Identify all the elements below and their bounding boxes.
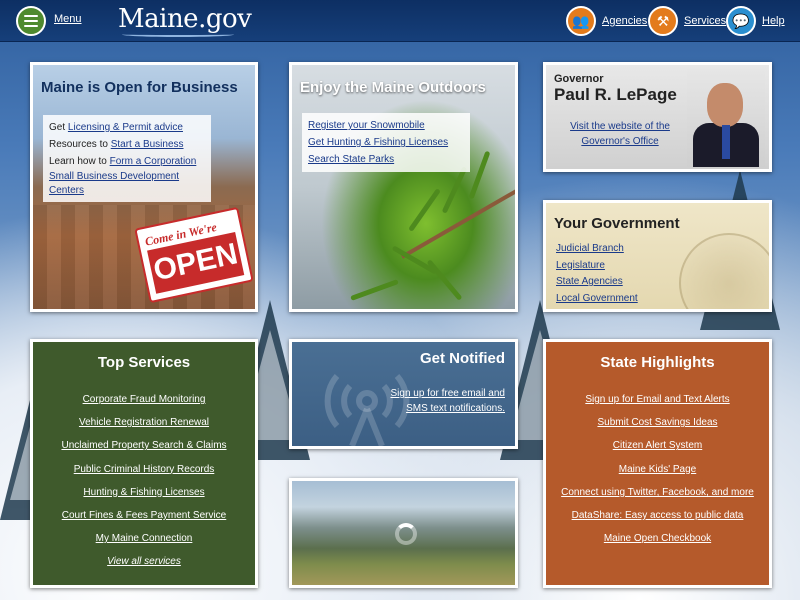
- sbdc-link[interactable]: Small Business Development Centers: [49, 171, 179, 196]
- business-line: Get Licensing & Permit advice: [49, 119, 205, 136]
- agencies-nav[interactable]: 👥 Agencies: [566, 6, 647, 36]
- judicial-branch-link[interactable]: Judicial Branch: [556, 241, 638, 258]
- business-line-prefix: Resources to: [49, 139, 111, 150]
- pine-needle: [350, 279, 399, 301]
- government-title: Your Government: [554, 215, 680, 232]
- services-nav[interactable]: ⚒ Services: [648, 6, 726, 36]
- pine-needle: [408, 188, 441, 232]
- highlights-links: Sign up for Email and Text Alerts Submit…: [546, 388, 769, 550]
- state-parks-link[interactable]: Search State Parks: [308, 151, 464, 168]
- highlight-link[interactable]: Maine Kids' Page: [546, 458, 769, 481]
- local-government-link[interactable]: Local Government: [556, 291, 638, 308]
- pine-needle: [468, 150, 491, 200]
- agencies-link[interactable]: Agencies: [602, 15, 647, 27]
- services-link[interactable]: Services: [684, 15, 726, 27]
- pine-needle: [441, 166, 468, 214]
- governor-name: Paul R. LePage: [554, 85, 677, 104]
- menu-icon[interactable]: [16, 6, 46, 36]
- form-corporation-link[interactable]: Form a Corporation: [110, 156, 197, 167]
- get-notified-card: Get Notified Sign up for free email and …: [289, 339, 518, 449]
- service-link[interactable]: Public Criminal History Records: [33, 458, 255, 481]
- view-all-services-link[interactable]: View all services: [33, 550, 255, 573]
- governor-portrait[interactable]: [687, 69, 765, 167]
- top-services-card: Top Services Corporate Fraud Monitoring …: [30, 339, 258, 588]
- state-seal: [679, 233, 769, 309]
- service-link[interactable]: Corporate Fraud Monitoring: [33, 388, 255, 411]
- notified-text: Sign up for free email and SMS text noti…: [375, 386, 505, 416]
- help-link[interactable]: Help: [762, 15, 785, 27]
- governor-office-link[interactable]: Visit the website of the Governor's Offi…: [570, 121, 670, 147]
- outdoors-card: Enjoy the Maine Outdoors Register your S…: [289, 62, 518, 312]
- hunting-fishing-link[interactable]: Get Hunting & Fishing Licenses: [308, 134, 464, 151]
- portrait-tie: [722, 125, 730, 159]
- highlight-link[interactable]: Submit Cost Savings Ideas: [546, 411, 769, 434]
- service-link[interactable]: Vehicle Registration Renewal: [33, 411, 255, 434]
- help-nav[interactable]: 💬 Help: [726, 6, 785, 36]
- business-title: Maine is Open for Business: [41, 79, 238, 96]
- outdoors-links: Register your Snowmobile Get Hunting & F…: [302, 113, 470, 172]
- highlight-link[interactable]: Connect using Twitter, Facebook, and mor…: [546, 481, 769, 504]
- highlights-title: State Highlights: [600, 354, 715, 371]
- state-agencies-link[interactable]: State Agencies: [556, 274, 638, 291]
- business-links: Get Licensing & Permit advice Resources …: [43, 115, 211, 202]
- chat-bubble-icon: 💬: [726, 6, 756, 36]
- business-card: Maine is Open for Business Get Licensing…: [30, 62, 258, 312]
- landscape-photo-card[interactable]: [289, 478, 518, 588]
- site-header: Menu Maine.gov 👥 Agencies ⚒ Services 💬 H…: [0, 0, 800, 42]
- highlight-link[interactable]: Citizen Alert System: [546, 434, 769, 457]
- business-line-prefix: Get: [49, 122, 68, 133]
- business-line: Learn how to Form a Corporation: [49, 153, 205, 170]
- outdoors-title: Enjoy the Maine Outdoors: [300, 79, 486, 96]
- governor-label: Governor: [554, 73, 604, 85]
- people-icon: 👥: [566, 6, 596, 36]
- governor-card: Governor Paul R. LePage Visit the websit…: [543, 62, 772, 172]
- pine-needle: [426, 259, 463, 301]
- services-title: Top Services: [97, 354, 191, 371]
- notifications-signup-link[interactable]: Sign up for free email and SMS text noti…: [390, 388, 505, 414]
- logo-swoosh: [122, 32, 234, 37]
- highlight-link[interactable]: Sign up for Email and Text Alerts: [546, 388, 769, 411]
- services-links: Corporate Fraud Monitoring Vehicle Regis…: [33, 388, 255, 574]
- loading-spinner-icon: [395, 523, 417, 545]
- governor-link-wrap: Visit the website of the Governor's Offi…: [560, 119, 680, 149]
- government-links: Judicial Branch Legislature State Agenci…: [556, 241, 638, 307]
- government-card: Your Government Judicial Branch Legislat…: [543, 200, 772, 312]
- highlight-link[interactable]: Maine Open Checkbook: [546, 527, 769, 550]
- service-link[interactable]: My Maine Connection: [33, 527, 255, 550]
- highlight-link[interactable]: DataShare: Easy access to public data: [546, 504, 769, 527]
- notified-title: Get Notified: [420, 350, 505, 367]
- start-business-link[interactable]: Start a Business: [111, 139, 184, 150]
- licensing-link[interactable]: Licensing & Permit advice: [68, 122, 183, 133]
- tools-icon: ⚒: [648, 6, 678, 36]
- snowmobile-link[interactable]: Register your Snowmobile: [308, 117, 464, 134]
- business-line: Resources to Start a Business: [49, 136, 205, 153]
- menu-link[interactable]: Menu: [54, 13, 82, 25]
- service-link[interactable]: Hunting & Fishing Licenses: [33, 481, 255, 504]
- business-line-prefix: Learn how to: [49, 156, 110, 167]
- service-link[interactable]: Court Fines & Fees Payment Service: [33, 504, 255, 527]
- portrait-head: [707, 83, 743, 127]
- legislature-link[interactable]: Legislature: [556, 258, 638, 275]
- service-link[interactable]: Unclaimed Property Search & Claims: [33, 434, 255, 457]
- site-logo[interactable]: Maine.gov: [118, 4, 252, 34]
- state-highlights-card: State Highlights Sign up for Email and T…: [543, 339, 772, 588]
- business-line: Small Business Development Centers: [49, 170, 205, 198]
